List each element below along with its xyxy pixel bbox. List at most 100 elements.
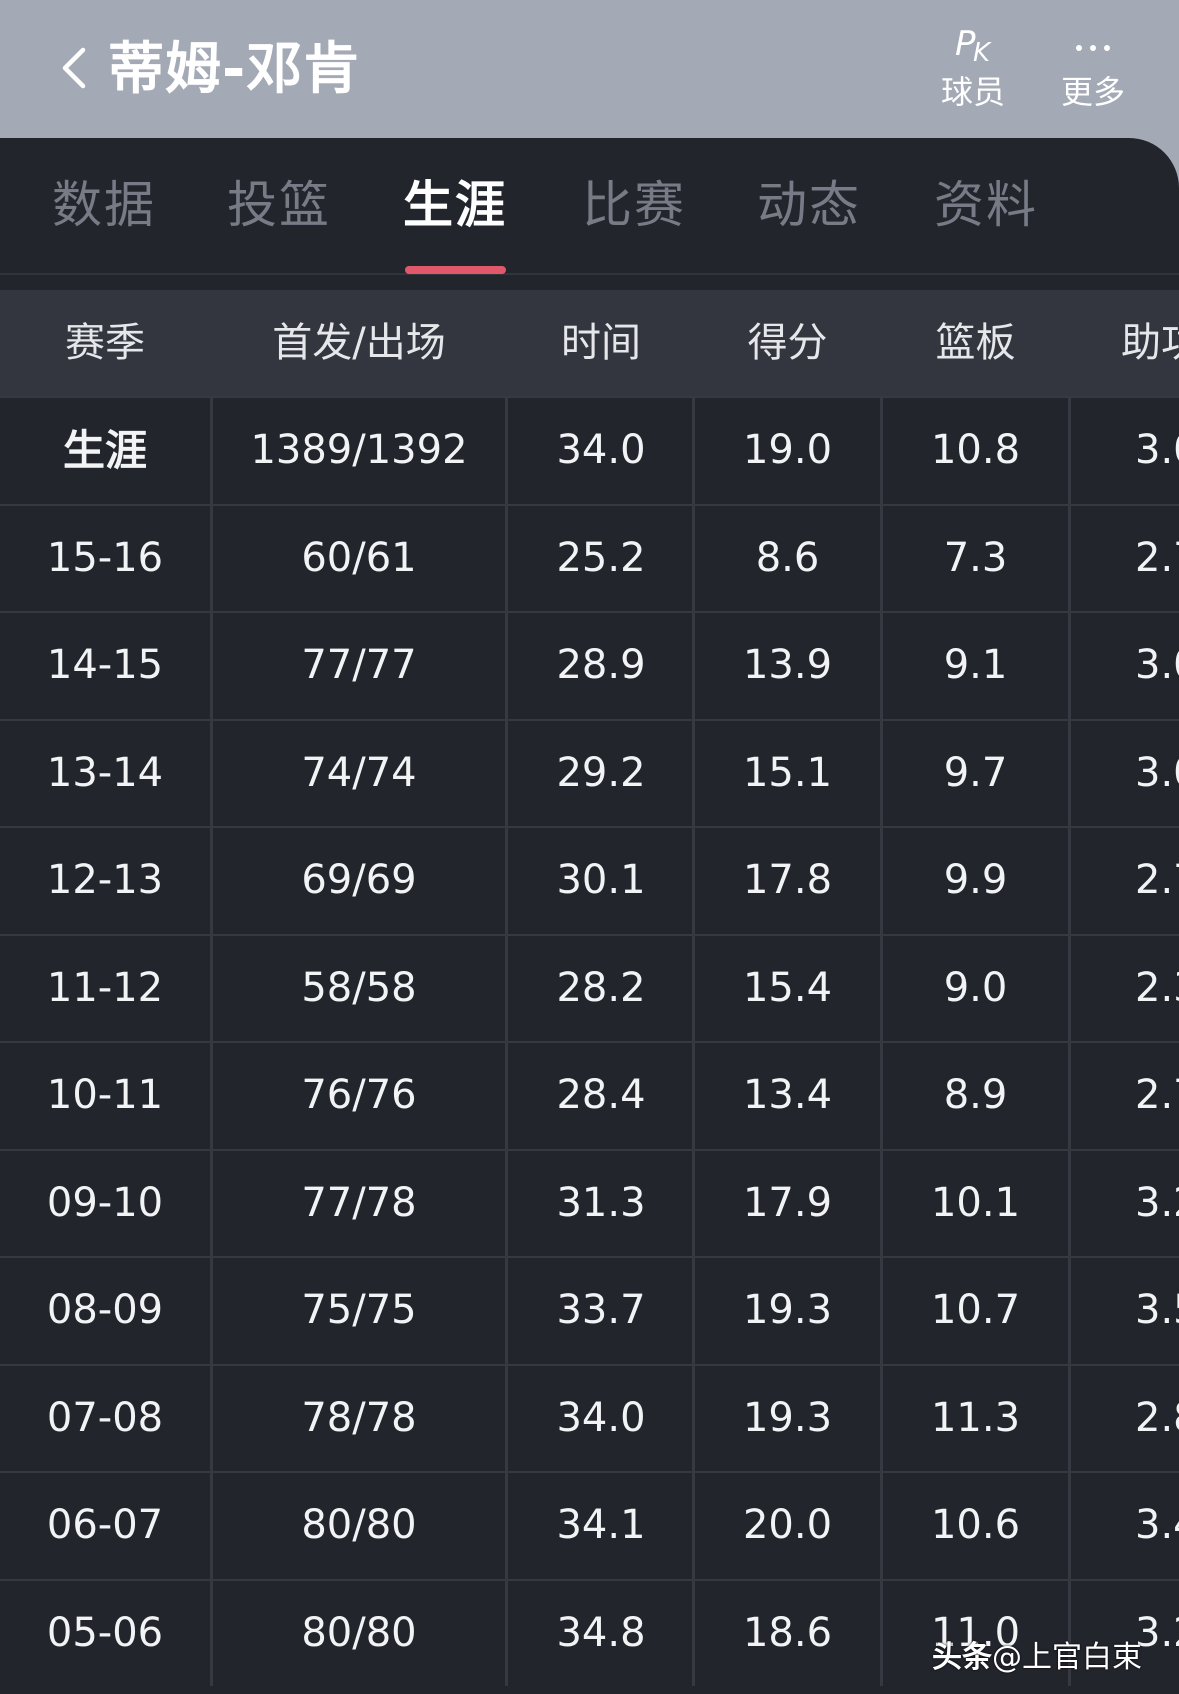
tab-shooting[interactable]: 投篮: [227, 170, 331, 240]
watermark-handle: @上官白束: [992, 1640, 1142, 1675]
table-row: 14-15 77/77 28.9 13.9 9.1 3.0: [0, 611, 1179, 719]
tab-career[interactable]: 生涯: [403, 170, 507, 240]
cell-season: 12-13: [46, 857, 164, 903]
cell-starts-games: 60/61: [301, 534, 417, 581]
cell-minutes: 34.0: [556, 1394, 646, 1441]
tab-bar: 数据 投篮 生涯 比赛 动态 资料: [0, 138, 1179, 275]
cell-season: 13-14: [46, 749, 164, 796]
cell-points: 8.6: [755, 534, 820, 581]
cell-season: 09-10: [46, 1179, 164, 1226]
cell-starts-games: 78/78: [301, 1394, 417, 1441]
cell-minutes: 34.8: [556, 1609, 646, 1656]
cell-starts-games: 69/69: [301, 857, 417, 903]
cell-rebounds: 9.0: [943, 964, 1008, 1011]
page-title: 蒂姆-邓肯: [108, 37, 361, 102]
cell-points: 17.8: [742, 857, 833, 903]
table-row: 11-12 58/58 28.2 15.4 9.0 2.3: [0, 933, 1179, 1041]
table-row: 15-16 60/61 25.2 8.6 7.3 2.7: [0, 503, 1179, 611]
table-row: 07-08 78/78 34.0 19.3 11.3 2.8: [0, 1363, 1179, 1471]
cell-minutes: 34.1: [556, 1502, 646, 1548]
cell-rebounds: 10.1: [930, 1179, 1021, 1226]
cell-assists: 3.4: [1135, 1502, 1179, 1548]
active-tab-indicator: [405, 266, 506, 274]
cell-season: 11-12: [46, 964, 164, 1011]
cell-rebounds: 9.7: [943, 749, 1008, 796]
cell-starts-games: 76/76: [301, 1072, 417, 1118]
table-row: 08-09 75/75 33.7 19.3 10.7 3.5: [0, 1256, 1179, 1364]
cell-assists: 2.7: [1135, 1072, 1179, 1118]
pk-icon-k: K: [973, 38, 991, 68]
more-label: 更多: [1060, 73, 1125, 111]
col-assists: 助功: [1121, 320, 1179, 366]
cell-points: 20.0: [742, 1502, 833, 1548]
tab-news[interactable]: 动态: [757, 170, 861, 240]
cell-starts-games: 74/74: [301, 749, 417, 796]
cell-season: 05-06: [46, 1609, 164, 1656]
cell-points: 13.9: [742, 642, 833, 688]
tab-games[interactable]: 比赛: [582, 170, 686, 240]
col-points: 得分: [747, 320, 828, 366]
cell-season: 06-07: [46, 1502, 164, 1548]
cell-rebounds: 10.8: [930, 427, 1021, 473]
more-dots-icon: [1076, 16, 1110, 72]
cell-points: 19.0: [742, 427, 833, 473]
cell-minutes: 30.1: [556, 857, 646, 903]
cell-points: 19.3: [742, 1287, 833, 1333]
cell-assists: 3.0: [1135, 749, 1179, 796]
cell-season: 08-09: [46, 1287, 164, 1333]
col-season: 赛季: [65, 320, 145, 366]
cell-season: 07-08: [46, 1394, 164, 1441]
table-row: 12-13 69/69 30.1 17.8 9.9 2.7: [0, 826, 1179, 934]
cell-season: 生涯: [62, 426, 147, 475]
cell-rebounds: 8.9: [943, 1072, 1008, 1118]
col-rebounds: 篮板: [935, 320, 1016, 366]
cell-points: 19.3: [742, 1394, 833, 1441]
cell-assists: 3.2: [1135, 1179, 1179, 1226]
pk-player-button[interactable]: P K 球员: [918, 16, 1028, 122]
cell-minutes: 28.9: [556, 642, 646, 688]
cell-minutes: 25.2: [556, 534, 646, 581]
table-row: 13-14 74/74 29.2 15.1 9.7 3.0: [0, 718, 1179, 826]
screen: 蒂姆-邓肯 P K 球员 更多 数据 投篮 生涯 比赛 动态 资料 赛季 首发/…: [0, 0, 1179, 1694]
pk-icon: P K: [951, 16, 995, 72]
watermark-brand: 头条: [932, 1640, 992, 1675]
back-arrow-icon[interactable]: [54, 46, 94, 90]
cell-assists: 2.8: [1135, 1394, 1179, 1441]
cell-rebounds: 10.6: [930, 1502, 1021, 1548]
cell-starts-games: 75/75: [301, 1287, 417, 1333]
cell-starts-games: 1389/1392: [250, 427, 468, 473]
cell-rebounds: 10.7: [930, 1287, 1021, 1333]
cell-starts-games: 77/77: [301, 642, 417, 688]
more-button[interactable]: 更多: [1038, 16, 1148, 122]
cell-assists: 2.7: [1135, 857, 1179, 903]
cell-minutes: 34.0: [556, 427, 646, 473]
cell-minutes: 31.3: [556, 1179, 646, 1226]
cell-starts-games: 80/80: [301, 1609, 417, 1656]
cell-assists: 2.7: [1135, 534, 1179, 581]
cell-season: 14-15: [46, 642, 164, 688]
cell-season: 15-16: [46, 534, 164, 581]
career-stats-table: 赛季 首发/出场 时间 得分 篮板 助功 生涯 1389/1392 34.0 19.0…: [0, 290, 1179, 1686]
table-header: 赛季 首发/出场 时间 得分 篮板 助功: [0, 290, 1179, 396]
cell-points: 13.4: [742, 1072, 833, 1118]
cell-rebounds: 11.3: [930, 1394, 1021, 1441]
pk-player-label: 球员: [940, 73, 1005, 111]
cell-points: 15.1: [742, 749, 833, 796]
cell-season: 10-11: [46, 1072, 164, 1118]
tab-data[interactable]: 数据: [52, 170, 156, 240]
cell-assists: 2.3: [1135, 964, 1179, 1011]
cell-starts-games: 77/78: [301, 1179, 417, 1226]
cell-minutes: 28.4: [556, 1072, 646, 1118]
cell-starts-games: 80/80: [301, 1502, 417, 1548]
watermark: 头条@上官白束: [932, 1632, 1142, 1676]
table-row: 10-11 76/76 28.4 13.4 8.9 2.7: [0, 1041, 1179, 1149]
top-bar: 蒂姆-邓肯 P K 球员 更多: [0, 0, 1179, 138]
col-starts-games: 首发/出场: [272, 320, 446, 366]
cell-assists: 3.5: [1135, 1287, 1179, 1333]
cell-minutes: 29.2: [556, 749, 646, 796]
cell-rebounds: 9.1: [943, 642, 1008, 688]
career-total-row: 生涯 1389/1392 34.0 19.0 10.8 3.0: [0, 396, 1179, 504]
cell-starts-games: 58/58: [301, 964, 417, 1011]
tab-profile[interactable]: 资料: [934, 170, 1038, 240]
content-panel: 数据 投篮 生涯 比赛 动态 资料 赛季 首发/出场 时间 得分 篮板 助功 生…: [0, 138, 1179, 1694]
